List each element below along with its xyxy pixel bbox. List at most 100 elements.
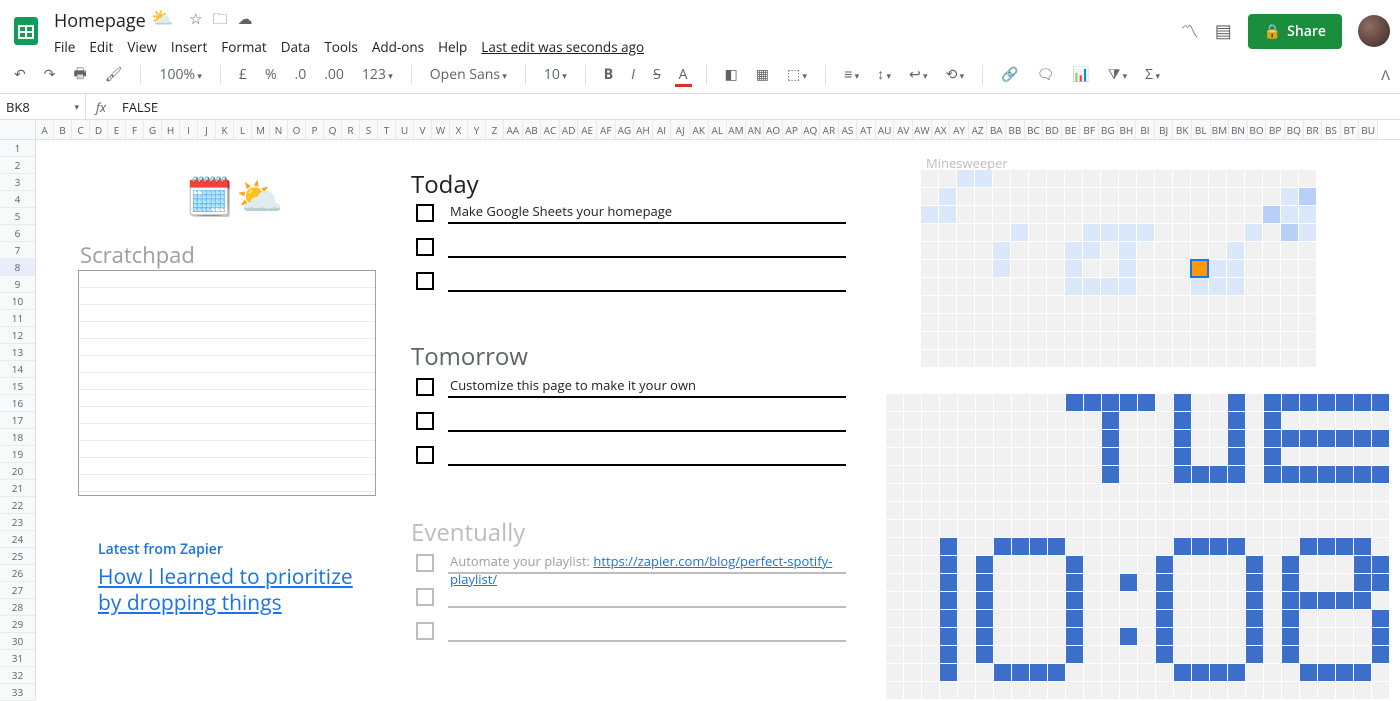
col-BO[interactable]: BO — [1248, 120, 1267, 139]
col-BE[interactable]: BE — [1062, 120, 1081, 139]
mine-cell[interactable] — [1245, 278, 1262, 295]
link-icon[interactable]: 🔗 — [997, 62, 1022, 87]
mine-cell[interactable] — [921, 242, 938, 259]
mine-cell[interactable] — [1299, 242, 1316, 259]
mine-cell[interactable] — [1299, 314, 1316, 331]
mine-cell[interactable] — [1173, 224, 1190, 241]
mine-cell[interactable] — [1299, 296, 1316, 313]
mine-cell[interactable] — [1227, 296, 1244, 313]
mine-cell[interactable] — [993, 224, 1010, 241]
mine-cell[interactable] — [1029, 188, 1046, 205]
mine-cell[interactable] — [1245, 242, 1262, 259]
col-AT[interactable]: AT — [857, 120, 876, 139]
mine-cell[interactable] — [1137, 332, 1154, 349]
mine-cell[interactable] — [1083, 188, 1100, 205]
mine-cell[interactable] — [1029, 170, 1046, 187]
row-22[interactable]: 22 — [0, 497, 35, 514]
select-all-cell[interactable] — [0, 120, 36, 139]
mine-cell[interactable] — [1011, 206, 1028, 223]
comment-icon[interactable]: 🗨 — [1033, 62, 1059, 87]
mine-cell[interactable] — [1299, 170, 1316, 187]
mine-cell[interactable] — [1047, 314, 1064, 331]
row-7[interactable]: 7 — [0, 242, 35, 259]
mine-cell[interactable] — [1065, 206, 1082, 223]
mine-cell[interactable] — [993, 170, 1010, 187]
mine-cell[interactable] — [1155, 350, 1172, 367]
move-icon[interactable]: 🗀 — [212, 9, 227, 34]
mine-cell[interactable] — [1065, 188, 1082, 205]
mine-cell[interactable] — [1101, 332, 1118, 349]
row-18[interactable]: 18 — [0, 429, 35, 446]
mine-cell[interactable] — [1065, 224, 1082, 241]
mine-cell[interactable] — [1245, 350, 1262, 367]
menu-help[interactable]: Help — [438, 38, 467, 56]
mine-cell[interactable] — [1029, 314, 1046, 331]
col-AH[interactable]: AH — [634, 120, 653, 139]
today-task-0[interactable]: Make Google Sheets your homepage — [448, 202, 846, 224]
col-AR[interactable]: AR — [820, 120, 839, 139]
row-14[interactable]: 14 — [0, 361, 35, 378]
mine-cell[interactable] — [1137, 260, 1154, 277]
mine-cell[interactable] — [1011, 224, 1028, 241]
mine-cell[interactable] — [1155, 314, 1172, 331]
col-BB[interactable]: BB — [1006, 120, 1025, 139]
mine-cell[interactable] — [939, 170, 956, 187]
mine-cell[interactable] — [921, 350, 938, 367]
mine-cell[interactable] — [1047, 350, 1064, 367]
mine-cell[interactable] — [1065, 350, 1082, 367]
mine-cell[interactable] — [1083, 314, 1100, 331]
mine-cell[interactable] — [1047, 332, 1064, 349]
mine-cell[interactable] — [1155, 278, 1172, 295]
mine-cell[interactable] — [1263, 242, 1280, 259]
mine-cell[interactable] — [921, 260, 938, 277]
minesweeper-grid[interactable] — [921, 170, 1316, 367]
mine-cell[interactable] — [993, 314, 1010, 331]
mine-cell[interactable] — [975, 260, 992, 277]
mine-cell[interactable] — [1173, 278, 1190, 295]
mine-cell[interactable] — [1047, 170, 1064, 187]
mine-cell[interactable] — [1011, 188, 1028, 205]
fill-color-icon[interactable]: ◧ — [721, 62, 742, 87]
mine-cell[interactable] — [1119, 314, 1136, 331]
mine-cell[interactable] — [975, 242, 992, 259]
eventually-task-2[interactable] — [448, 620, 846, 642]
mine-cell[interactable] — [1263, 170, 1280, 187]
mine-cell[interactable] — [1155, 224, 1172, 241]
mine-cell[interactable] — [1137, 188, 1154, 205]
mine-cell[interactable] — [1011, 332, 1028, 349]
mine-cell[interactable] — [1281, 332, 1298, 349]
mine-cell[interactable] — [1155, 332, 1172, 349]
mine-cell[interactable] — [1173, 170, 1190, 187]
italic-icon[interactable]: I — [627, 62, 639, 87]
mine-cell[interactable] — [1173, 332, 1190, 349]
scratchpad-area[interactable] — [78, 270, 376, 496]
mine-cell[interactable] — [1011, 350, 1028, 367]
mine-cell[interactable] — [1263, 332, 1280, 349]
mine-cell[interactable] — [1047, 206, 1064, 223]
col-AY[interactable]: AY — [950, 120, 969, 139]
strike-icon[interactable]: S — [649, 62, 665, 87]
mine-cell[interactable] — [1263, 206, 1280, 223]
mine-cell[interactable] — [1245, 170, 1262, 187]
currency-icon[interactable]: £ — [235, 62, 251, 87]
col-AB[interactable]: AB — [523, 120, 542, 139]
mine-cell[interactable] — [1083, 224, 1100, 241]
mine-cell[interactable] — [1173, 242, 1190, 259]
percent-icon[interactable]: % — [261, 62, 281, 87]
mine-cell[interactable] — [1299, 332, 1316, 349]
mine-cell[interactable] — [1173, 206, 1190, 223]
row-26[interactable]: 26 — [0, 565, 35, 582]
mine-cell[interactable] — [1011, 296, 1028, 313]
col-AC[interactable]: AC — [541, 120, 560, 139]
mine-cell[interactable] — [1209, 296, 1226, 313]
mine-cell[interactable] — [1065, 332, 1082, 349]
mine-cell[interactable] — [1065, 242, 1082, 259]
mine-cell[interactable] — [1281, 242, 1298, 259]
mine-cell[interactable] — [1119, 206, 1136, 223]
row-20[interactable]: 20 — [0, 463, 35, 480]
col-AD[interactable]: AD — [560, 120, 579, 139]
col-BR[interactable]: BR — [1304, 120, 1323, 139]
mine-cell[interactable] — [1191, 242, 1208, 259]
mine-cell[interactable] — [993, 260, 1010, 277]
mine-cell[interactable] — [921, 170, 938, 187]
